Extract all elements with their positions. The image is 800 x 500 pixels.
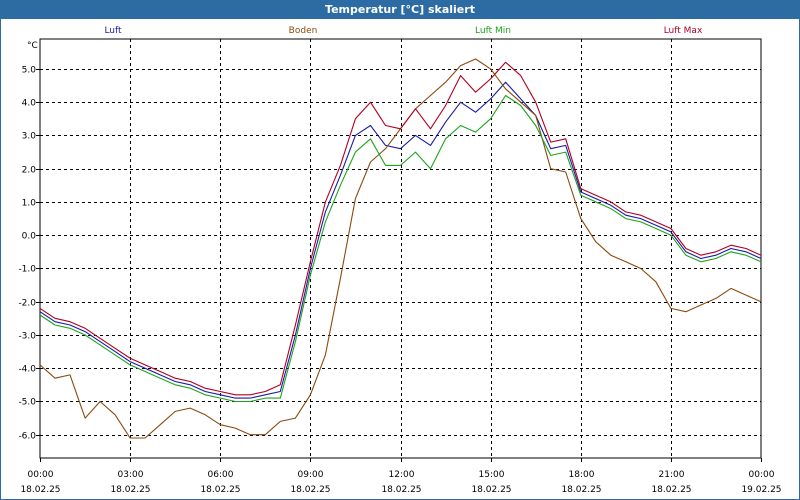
x-tick-time: 15:00	[479, 470, 505, 480]
y-tick-label: 5.0	[22, 66, 37, 76]
legend-entry-boden: Boden	[289, 26, 318, 36]
legend-entry-luft-max: Luft Max	[664, 26, 703, 36]
x-tick-time: 09:00	[298, 470, 324, 480]
x-tick-date: 18.02.25	[471, 485, 511, 495]
x-tick-time: 00:00	[749, 470, 775, 480]
series-line-luft-max	[39, 61, 762, 396]
x-tick-time: 06:00	[208, 470, 234, 480]
y-tick-label: 2.0	[22, 166, 37, 176]
y-tick-label: -3.0	[18, 332, 36, 342]
x-tick-date: 18.02.25	[110, 485, 150, 495]
x-tick-time: 03:00	[118, 470, 144, 480]
y-tick-label: 0.0	[22, 232, 37, 242]
series-line-boden	[39, 58, 762, 439]
x-tick-date: 19.02.25	[741, 485, 781, 495]
y-tick-label: -5.0	[18, 398, 36, 408]
legend-entry-luft-min: Luft Min	[475, 26, 511, 36]
x-tick-date: 18.02.25	[290, 485, 330, 495]
series-line-luft-min	[39, 94, 762, 403]
y-tick-label: -1.0	[18, 265, 36, 275]
y-tick-label: 4.0	[22, 99, 37, 109]
y-tick-label: -6.0	[18, 432, 36, 442]
x-tick-date: 18.02.25	[20, 485, 60, 495]
x-tick-time: 12:00	[389, 470, 415, 480]
x-tick-time: 21:00	[659, 470, 685, 480]
plot-area	[39, 38, 762, 459]
x-tick-time: 18:00	[569, 470, 595, 480]
x-tick-date: 18.02.25	[381, 485, 421, 495]
x-tick-date: 18.02.25	[200, 485, 240, 495]
legend-entry-luft: Luft	[104, 26, 122, 36]
y-tick-label: 1.0	[22, 199, 37, 209]
y-tick-label: -4.0	[18, 365, 36, 375]
x-tick-date: 18.02.25	[561, 485, 601, 495]
y-axis-unit: °C	[27, 41, 38, 51]
x-tick-time: 00:00	[28, 470, 54, 480]
x-tick-date: 18.02.25	[651, 485, 691, 495]
y-tick-label: -2.0	[18, 299, 36, 309]
temperature-chart: 5.0 4.0 3.0 2.0 1.0 0.0 -1.0 -2.0 -3.0 -4.0 -5.0 -6…	[18, 26, 781, 495]
y-tick-label: 3.0	[22, 132, 37, 142]
